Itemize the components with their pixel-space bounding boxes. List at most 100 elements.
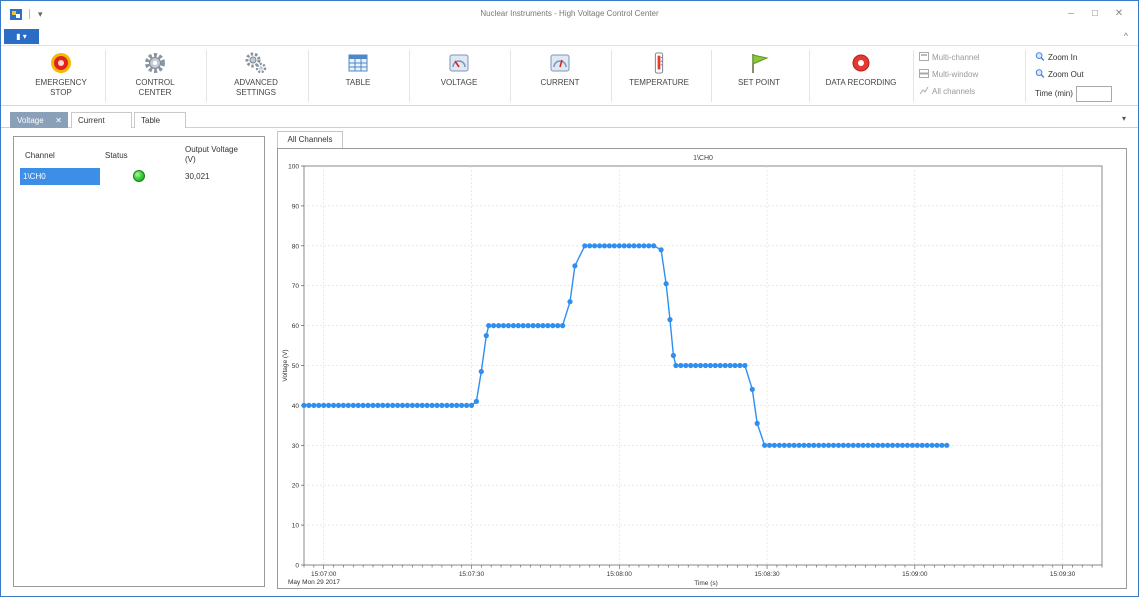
data-point <box>860 442 866 448</box>
multi-window-label: Multi-window <box>932 70 979 79</box>
data-point <box>404 402 410 408</box>
data-point <box>345 402 351 408</box>
close-tab-icon[interactable]: ✕ <box>55 113 62 128</box>
data-point <box>919 442 925 448</box>
y-tick-label: 100 <box>288 164 299 171</box>
data-point <box>525 323 531 329</box>
data-point <box>934 442 940 448</box>
ribbon-label: SET POINT <box>737 78 781 87</box>
multi-window-button[interactable]: Multi-window <box>919 69 978 81</box>
x-axis-label: Time (s) <box>694 580 718 587</box>
data-point <box>385 402 391 408</box>
data-point <box>697 362 704 369</box>
data-point <box>611 243 617 249</box>
x-tick-label: 15:08:30 <box>754 571 780 578</box>
ribbon-separator <box>809 50 810 102</box>
header-line: Output Voltage <box>185 145 238 154</box>
tab-voltage[interactable]: Voltage ✕ <box>10 112 68 128</box>
temperature-button[interactable]: TEMPERATURE <box>613 46 705 106</box>
data-point <box>673 362 679 369</box>
tab-table[interactable]: Table <box>134 112 186 128</box>
set-point-button[interactable]: SET POINT <box>715 46 803 106</box>
data-point <box>870 442 876 448</box>
emergency-stop-button[interactable]: EMERGENCY STOP <box>17 46 105 106</box>
data-point <box>601 243 608 249</box>
data-point <box>895 442 901 448</box>
multi-window-icon <box>919 69 929 78</box>
data-point <box>550 323 556 329</box>
x-tick-label: 15:09:00 <box>902 571 928 578</box>
tab-all-channels[interactable]: All Channels <box>277 131 343 149</box>
tab-list-dropdown[interactable]: ▾ <box>1122 114 1126 123</box>
zoom-out-button[interactable]: Zoom Out <box>1035 69 1084 81</box>
data-point <box>540 323 546 329</box>
data-point <box>365 402 371 408</box>
control-center-button[interactable]: CONTROL CENTER <box>111 46 199 106</box>
data-point <box>454 402 460 408</box>
y-tick-label: 80 <box>292 243 300 250</box>
document-tabs: Voltage ✕ Current Table ▾ <box>1 109 1138 128</box>
data-point <box>464 402 470 408</box>
data-point <box>360 402 366 408</box>
data-point <box>865 442 871 448</box>
data-point <box>621 243 627 249</box>
collapse-ribbon-button[interactable]: ^ <box>1124 31 1128 41</box>
ribbon-label: CENTER <box>138 88 172 97</box>
y-tick-label: 0 <box>295 563 299 570</box>
zoom-out-label: Zoom Out <box>1048 70 1084 79</box>
all-channels-button[interactable]: All channels <box>919 86 975 98</box>
column-header-status[interactable]: Status <box>105 151 128 181</box>
zoom-out-icon <box>1035 69 1045 78</box>
file-menu-button[interactable]: ▮ ▾ <box>4 29 39 44</box>
data-point <box>399 402 406 408</box>
close-button[interactable]: ✕ <box>1110 7 1128 21</box>
zoom-in-button[interactable]: Zoom In <box>1035 52 1077 64</box>
data-point <box>616 243 622 249</box>
voltage-button[interactable]: VOLTAGE <box>415 46 503 106</box>
cell-output-voltage: 30,021 <box>185 172 210 181</box>
minimize-button[interactable]: – <box>1062 7 1080 21</box>
ribbon-label: CONTROL <box>135 78 175 87</box>
data-point <box>840 442 847 448</box>
data-point <box>331 402 337 408</box>
data-point <box>816 442 822 448</box>
data-point <box>350 402 356 408</box>
data-point <box>904 442 911 448</box>
data-point <box>663 281 669 287</box>
data-point <box>587 243 593 249</box>
multi-channel-label: Multi-channel <box>932 53 980 62</box>
data-point <box>658 247 664 253</box>
zoom-in-label: Zoom In <box>1048 53 1078 62</box>
data-point <box>449 402 455 408</box>
cell-channel[interactable]: 1\CH0 <box>20 168 100 185</box>
data-point <box>636 243 642 249</box>
data-point <box>486 323 492 329</box>
data-recording-button[interactable]: DATA RECORDING <box>814 46 908 106</box>
data-point <box>355 402 361 408</box>
data-point <box>515 323 521 329</box>
data-point <box>826 442 832 448</box>
channel-panel: Channel Status Output Voltage (V) 1\CH0 … <box>13 136 265 587</box>
data-point <box>567 299 573 305</box>
ribbon-label: STOP <box>50 88 72 97</box>
ribbon-separator <box>711 50 712 102</box>
voltage-chart[interactable]: 1\CH0 0 10 20 30 40 50 60 70 80 90 100 15:07:00 15:07… <box>278 149 1126 588</box>
multi-channel-button[interactable]: Multi-channel <box>919 52 980 64</box>
data-point <box>439 402 445 408</box>
current-button[interactable]: CURRENT <box>516 46 604 106</box>
tab-current[interactable]: Current <box>71 112 132 128</box>
data-point <box>830 442 837 448</box>
data-point <box>899 442 906 448</box>
maximize-button[interactable]: □ <box>1086 7 1104 21</box>
data-point <box>434 402 440 408</box>
data-point <box>316 402 322 408</box>
table-icon <box>348 54 368 72</box>
ribbon-label: EMERGENCY <box>35 78 87 87</box>
advanced-settings-button[interactable]: ADVANCED SETTINGS <box>212 46 300 106</box>
chart-title: 1\CH0 <box>693 155 713 162</box>
ribbon-separator <box>409 50 410 102</box>
ribbon-label: CURRENT <box>540 78 580 87</box>
data-point <box>749 386 755 392</box>
table-button[interactable]: TABLE <box>314 46 402 106</box>
time-input[interactable] <box>1076 86 1112 102</box>
